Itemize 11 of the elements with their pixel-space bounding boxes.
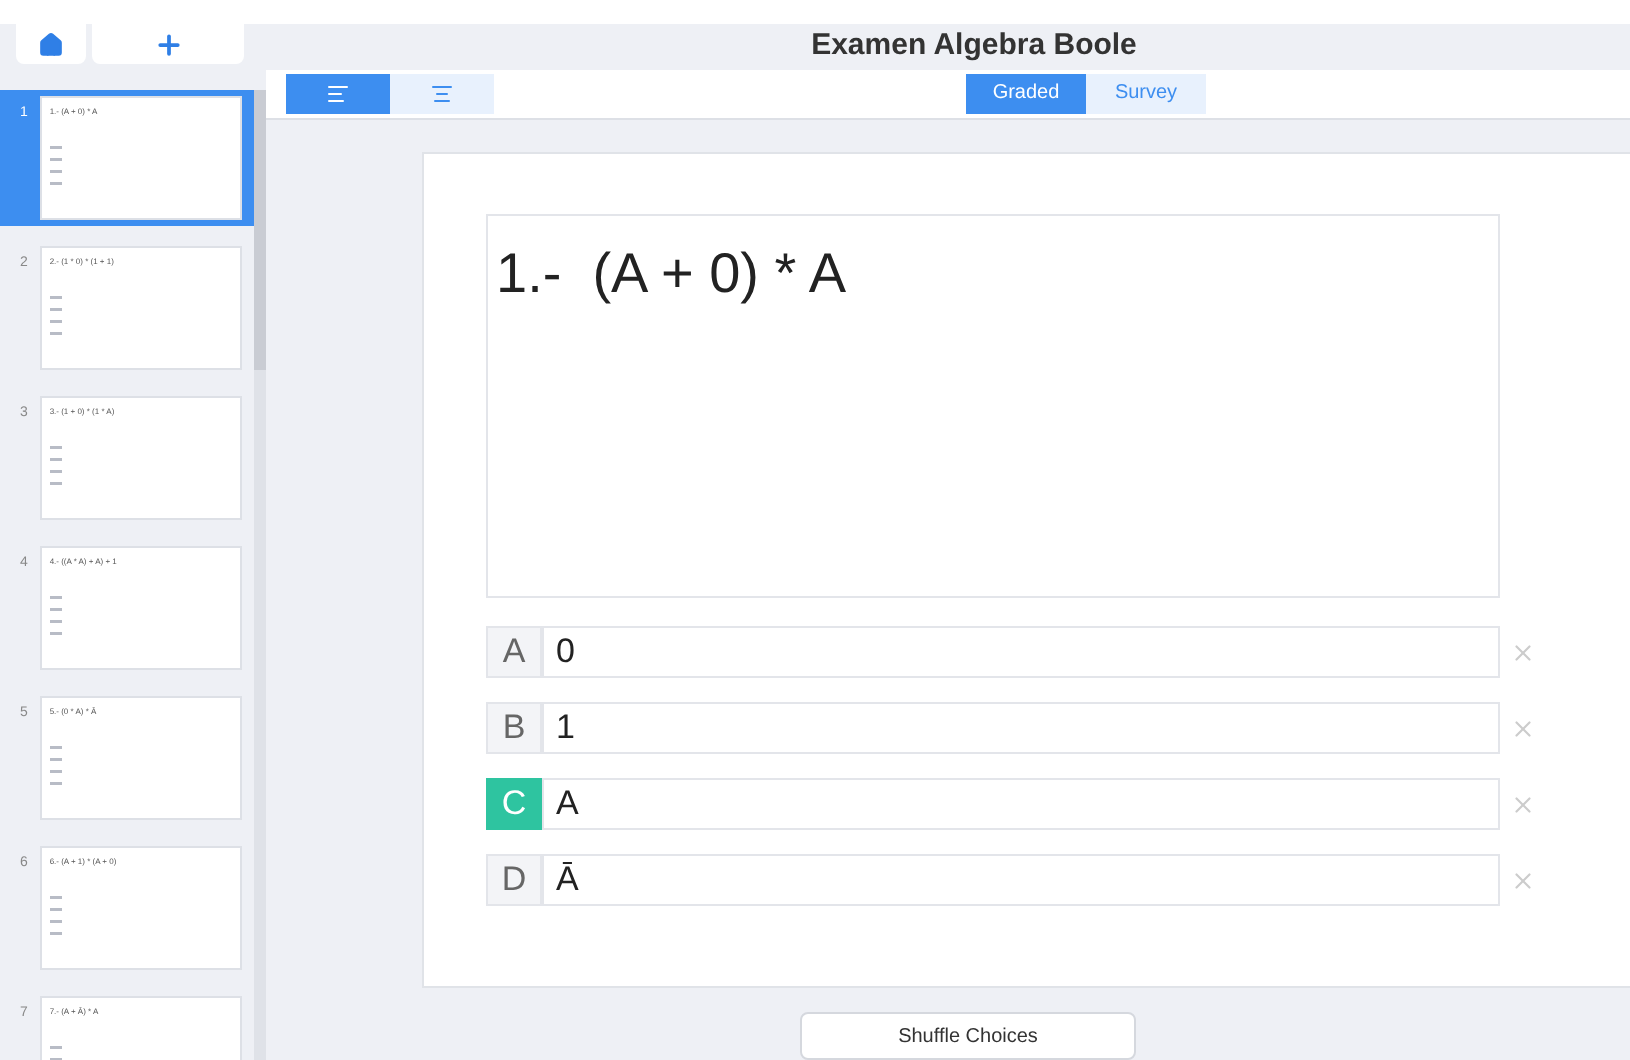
- choice-letter[interactable]: D: [486, 854, 542, 906]
- choice-letter[interactable]: B: [486, 702, 542, 754]
- exam-title: Examen Algebra Boole: [811, 26, 1137, 67]
- question-field[interactable]: 1.- (A + 0) * A: [486, 214, 1500, 598]
- choice-field[interactable]: Ā: [542, 854, 1500, 906]
- question-text: 1.- (A + 0) * A: [496, 242, 847, 304]
- choice-letter[interactable]: A: [486, 626, 542, 678]
- choice-field[interactable]: 1: [542, 702, 1500, 754]
- choice-field[interactable]: 0: [542, 626, 1500, 678]
- choice-field[interactable]: A: [542, 778, 1500, 830]
- shuffle-button[interactable]: Shuffle Choices: [800, 1012, 1136, 1060]
